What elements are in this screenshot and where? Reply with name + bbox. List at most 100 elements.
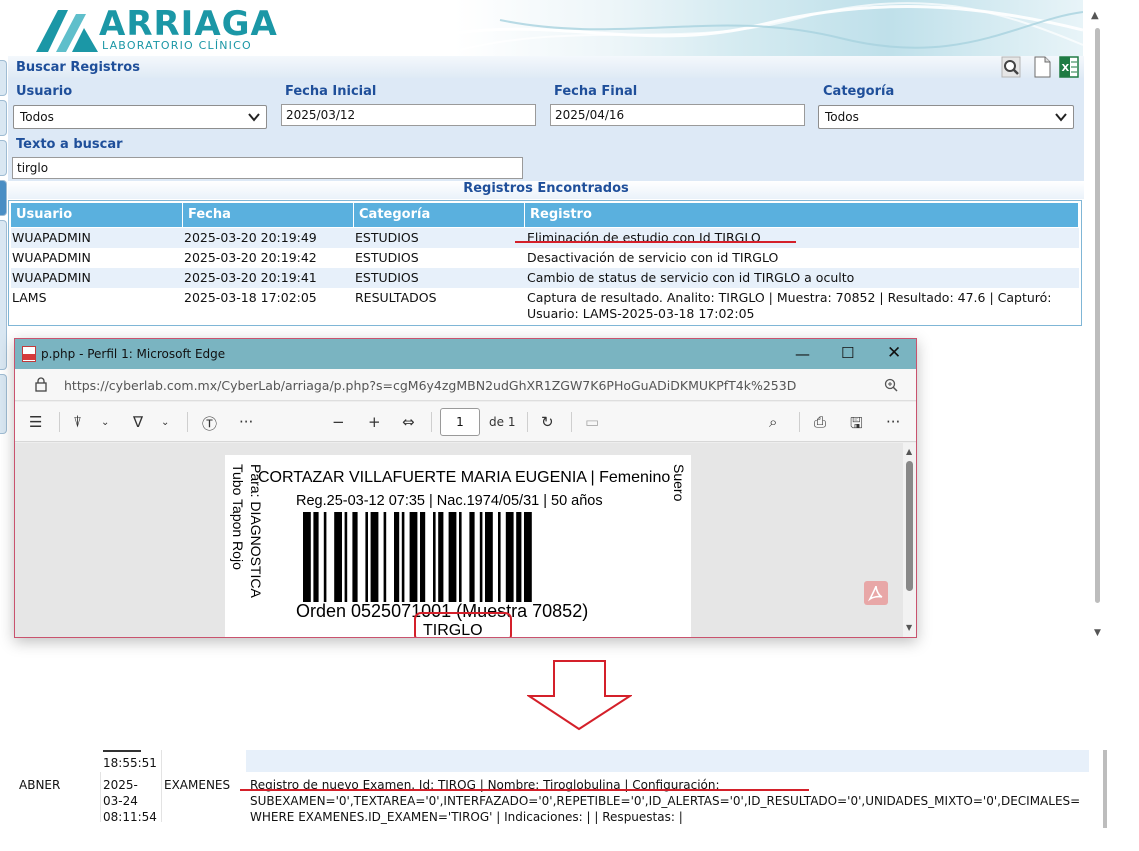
fecha-final-label: Fecha Final (554, 84, 638, 99)
down-arrow-icon (527, 660, 632, 731)
close-icon[interactable]: ✕ (887, 343, 901, 363)
barcode-bar (401, 512, 405, 602)
column-header-fecha[interactable]: Fecha (183, 203, 354, 227)
table-row[interactable]: LAMS 2025-03-18 17:02:05 RESULTADOS Capt… (11, 288, 1079, 324)
zoom-icon[interactable] (884, 378, 898, 392)
column-header-categoria[interactable]: Categoría (354, 203, 525, 227)
text-icon[interactable]: Ⓣ (202, 413, 217, 434)
page-number-input[interactable]: 1 (440, 408, 480, 436)
fit-width-icon[interactable]: ⇔ (402, 413, 415, 431)
excel-icon[interactable]: X (1059, 56, 1079, 78)
cell-registro-continued: Usuario: LAMS-2025-03-18 17:02:05 (527, 306, 755, 321)
minimize-icon[interactable]: — (795, 345, 810, 363)
search-title: Buscar Registros (16, 60, 140, 75)
logo-icon (36, 10, 98, 52)
table-row[interactable]: WUAPADMIN 2025-03-20 20:19:49 ESTUDIOS E… (11, 228, 1079, 248)
texto-buscar-input[interactable] (12, 157, 523, 179)
cell-registro: Captura de resultado. Analito: TIRGLO | … (527, 290, 1052, 305)
zoom-in-icon[interactable]: + (368, 413, 381, 431)
side-tab[interactable] (0, 140, 7, 176)
brand-name: ARRIAGA (99, 4, 278, 44)
chevron-down-icon[interactable]: ⌄ (161, 417, 169, 428)
pdf-icon (22, 346, 36, 362)
document-icon[interactable] (1032, 56, 1052, 78)
chevron-down-icon[interactable]: ⌄ (101, 417, 109, 428)
barcode-bar (409, 512, 418, 602)
column-header-registro[interactable]: Registro (525, 203, 1079, 227)
scroll-down-icon[interactable]: ▼ (906, 623, 912, 632)
side-tab[interactable] (0, 374, 7, 434)
barcode-bar (383, 512, 387, 602)
table-row-partial-highlight (246, 750, 1089, 772)
zoom-out-icon[interactable]: − (332, 413, 345, 431)
cell-usuario: ABNER (19, 778, 61, 792)
barcode-bar (505, 512, 514, 602)
fecha-final-input[interactable] (550, 104, 805, 126)
search-panel: Buscar Registros X Usuario Todos Fecha I… (8, 56, 1084, 181)
barcode-bar (448, 512, 457, 602)
app-scrollbar[interactable] (1095, 28, 1100, 603)
side-tab[interactable] (0, 60, 7, 96)
usuario-label: Usuario (16, 84, 73, 99)
url-text[interactable]: https://cyberlab.com.mx/CyberLab/arriaga… (64, 378, 796, 393)
save-icon[interactable]: 🖫 (850, 413, 863, 438)
audit-table-fragment: 18:55:51 ABNER 2025- 03-24 08:11:54 EXAM… (14, 750, 1107, 828)
column-header-usuario[interactable]: Usuario (11, 203, 183, 227)
barcode-bar (516, 512, 522, 602)
barcode-bar (438, 512, 444, 602)
side-tab[interactable] (0, 220, 7, 370)
side-tab-active[interactable] (0, 180, 7, 216)
highlight-icon[interactable]: ⍒ (73, 413, 82, 431)
barcode (303, 512, 532, 602)
acrobat-icon[interactable] (864, 581, 888, 605)
page-total: de 1 (489, 415, 516, 429)
fecha-inicial-input[interactable] (281, 104, 536, 126)
cell-registro: Desactivación de servicio con id TIRGLO (527, 250, 779, 265)
print-icon[interactable]: ⎙ (814, 413, 826, 431)
scroll-thumb[interactable] (906, 461, 913, 591)
draw-icon[interactable]: ∇ (133, 413, 143, 431)
table-row[interactable]: WUAPADMIN 2025-03-20 20:19:42 ESTUDIOS D… (11, 248, 1079, 268)
barcode-bar (524, 512, 532, 602)
svg-text:X: X (1062, 63, 1070, 74)
label-side-suero: Suero (671, 464, 687, 502)
categoria-select[interactable]: Todos (818, 105, 1074, 129)
pdf-toolbar: ☰ ⍒ ⌄ ∇ ⌄ Ⓣ ··· − + ⇔ 1 de 1 ↻ ▭ ⌕ ⎙ 🖫 ·… (15, 402, 916, 442)
edge-titlebar[interactable]: p.php - Perfil 1: Microsoft Edge — ☐ ✕ (15, 339, 916, 369)
rotate-icon[interactable]: ↻ (541, 413, 554, 431)
scroll-down-icon[interactable]: ▼ (1094, 628, 1104, 640)
contents-icon[interactable]: ☰ (29, 413, 42, 431)
categoria-select-value: Todos (825, 110, 859, 124)
lock-icon[interactable] (35, 377, 47, 392)
usuario-select-value: Todos (20, 110, 54, 124)
barcode-bar (420, 512, 426, 602)
table-scrollbar[interactable] (1103, 750, 1107, 828)
more-options-icon[interactable]: ··· (886, 413, 900, 431)
barcode-bar (394, 512, 400, 602)
scroll-up-icon[interactable]: ▲ (1091, 10, 1101, 22)
maximize-icon[interactable]: ☐ (841, 344, 854, 362)
barcode-bar (469, 512, 475, 602)
page-view-icon[interactable]: ▭ (585, 413, 599, 431)
header-banner: ARRIAGA LABORATORIO CLÍNICO (0, 0, 1083, 56)
cell-fecha: 2025-03-20 20:19:49 (184, 230, 317, 245)
usuario-select[interactable]: Todos (13, 105, 267, 129)
pdf-scrollbar[interactable]: ▲ ▼ (903, 443, 916, 637)
side-tab[interactable] (0, 100, 7, 136)
magnifier-icon[interactable] (1001, 56, 1021, 78)
cropped-text (103, 750, 141, 754)
table-row[interactable]: WUAPADMIN 2025-03-20 20:19:41 ESTUDIOS C… (11, 268, 1079, 288)
pdf-viewer-area[interactable]: CORTAZAR VILLAFUERTE MARIA EUGENIA | Fem… (15, 443, 903, 637)
label-side-tubo: Tubo Tapon Rojo (230, 464, 246, 570)
cell-registro-line2: SUBEXAMEN='0',TEXTAREA='0',INTERFAZADO='… (250, 794, 1081, 808)
more-tools-icon[interactable]: ··· (239, 413, 253, 431)
address-bar[interactable]: https://cyberlab.com.mx/CyberLab/arriaga… (15, 369, 916, 401)
results-title: Registros Encontrados (8, 181, 1084, 199)
barcode-bar (370, 512, 379, 602)
barcode-bar (479, 512, 483, 602)
scroll-up-icon[interactable]: ▲ (906, 447, 912, 456)
find-icon[interactable]: ⌕ (769, 413, 777, 431)
texto-buscar-label: Texto a buscar (16, 137, 123, 152)
cell-usuario: WUAPADMIN (12, 230, 91, 245)
cell-fecha-line2: 03-24 (103, 794, 138, 808)
